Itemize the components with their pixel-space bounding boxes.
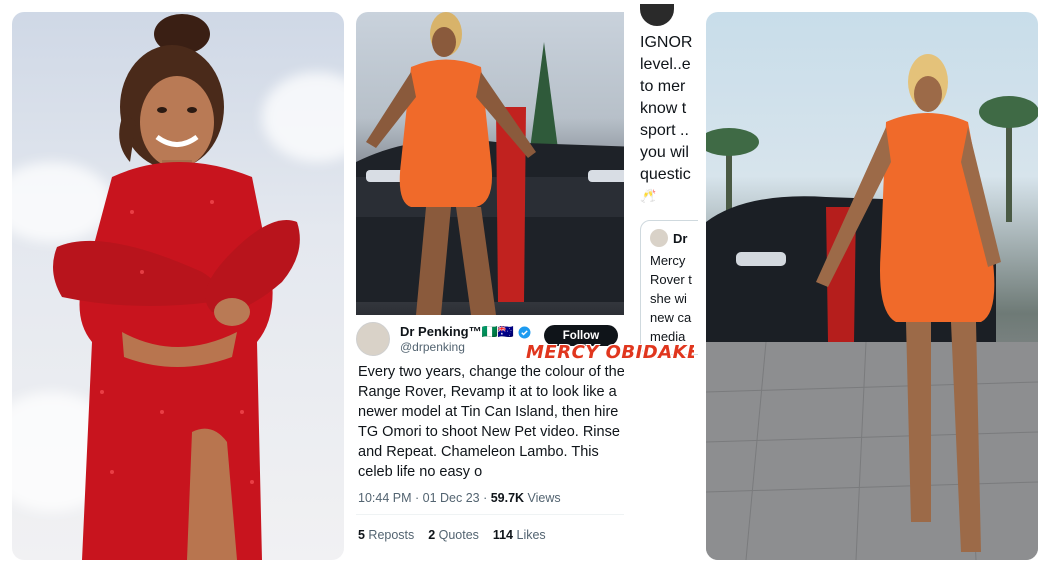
author-handle[interactable]: @drpenking xyxy=(400,340,465,354)
tweet-card[interactable]: Dr Penking™🇳🇬🇦🇺 @drpenking Follow Every … xyxy=(356,12,638,560)
divider xyxy=(356,514,638,515)
cropped-tweet-column: IGNOR level..e to mer know t sport .. yo… xyxy=(624,0,698,560)
quoted-avatar xyxy=(650,229,668,247)
watermark-logo: MERCY OBIDAKE xyxy=(526,342,694,363)
likes-stat[interactable]: 114 Likes xyxy=(493,528,546,542)
emoji: 🥂 xyxy=(640,188,657,203)
verified-badge-icon xyxy=(518,326,531,338)
author-name[interactable]: Dr Penking™🇳🇬🇦🇺 xyxy=(400,324,514,340)
views-label: Views xyxy=(524,491,561,505)
photo-orange-dress-car xyxy=(356,12,638,315)
quoted-tweet[interactable]: Dr Mercy Rover t she wi new ca media xyxy=(640,220,698,355)
tweet-stats: 5 Reposts 2 Quotes 114 Likes xyxy=(358,528,546,542)
cropped-tweet-text: IGNOR level..e to mer know t sport .. yo… xyxy=(640,34,693,203)
views-count: 59.7K xyxy=(490,491,525,505)
car-scene xyxy=(356,12,638,315)
reposts-stat[interactable]: 5 Reposts xyxy=(358,528,414,542)
photo-orange-dress-walking xyxy=(706,12,1038,560)
quotes-stat[interactable]: 2 Quotes xyxy=(428,528,479,542)
quoted-author: Dr xyxy=(673,230,688,246)
tweet-time[interactable]: 10:44 PM · 01 Dec 23 · xyxy=(358,491,491,505)
photo-red-dress xyxy=(12,12,344,560)
tweet-text: Every two years, change the colour of th… xyxy=(358,364,625,480)
tweet-meta: 10:44 PM · 01 Dec 23 · 59.7K Views xyxy=(358,491,561,505)
woman-figure xyxy=(53,14,300,560)
avatar xyxy=(640,4,674,26)
avatar[interactable] xyxy=(356,322,390,356)
walking-scene xyxy=(706,54,1038,560)
